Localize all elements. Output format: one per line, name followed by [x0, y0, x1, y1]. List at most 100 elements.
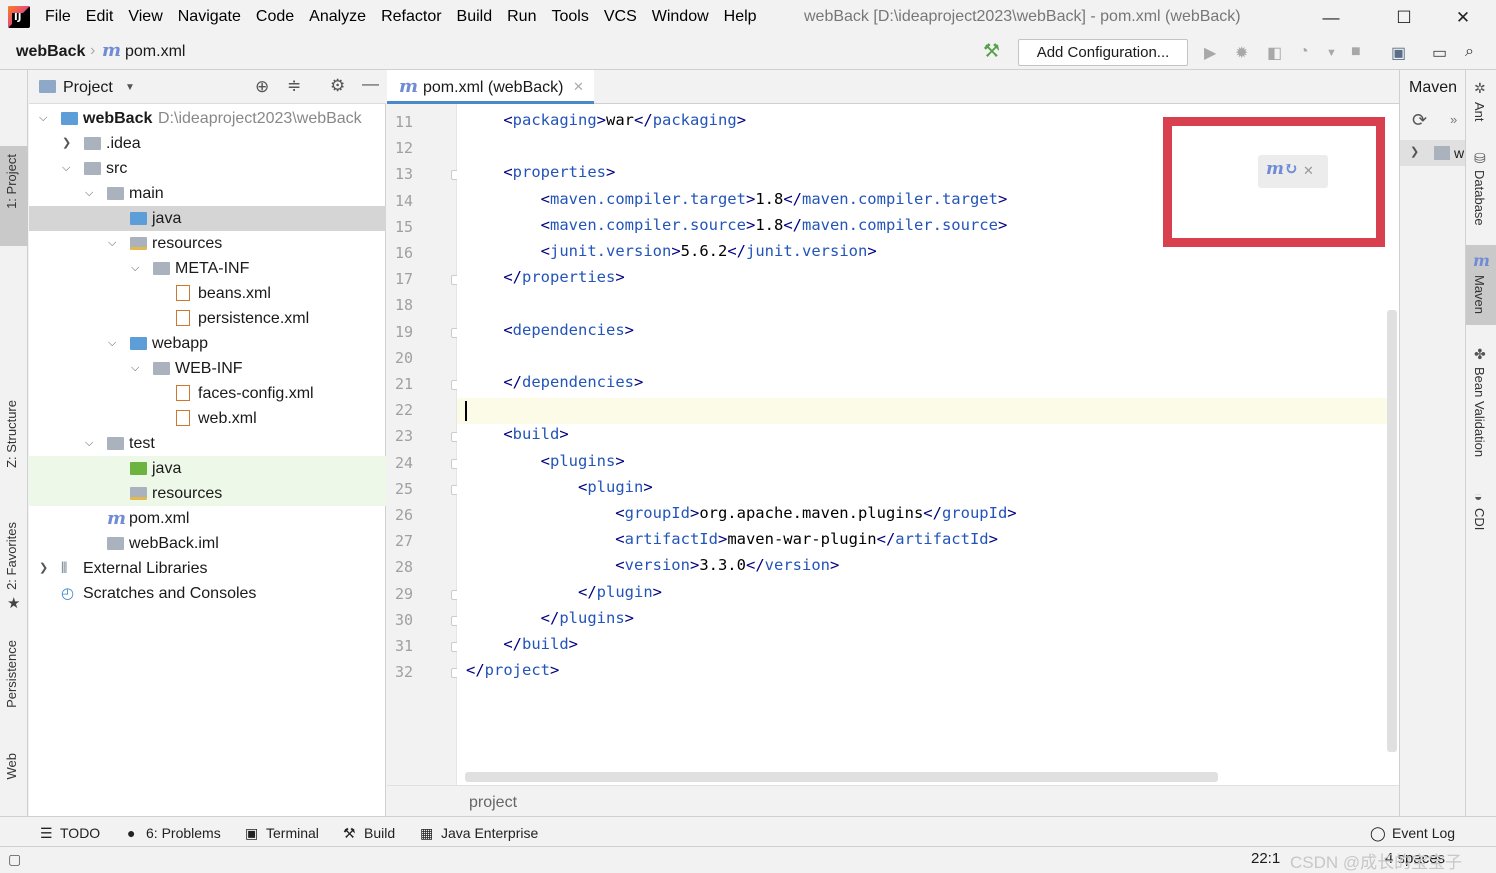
- menu-tools[interactable]: Tools: [551, 8, 588, 26]
- code-token: groupId: [941, 504, 1008, 522]
- search-icon[interactable]: ⌕: [1465, 43, 1474, 61]
- tool-tab-persistence[interactable]: Persistence: [4, 640, 19, 708]
- stop-icon[interactable]: ■: [1351, 43, 1361, 61]
- code-token: </: [466, 661, 485, 680]
- tree-item[interactable]: ❯ ⫴ External Libraries: [29, 556, 386, 581]
- menu-navigate[interactable]: Navigate: [178, 8, 241, 26]
- tool-event-log[interactable]: Event Log: [1392, 825, 1455, 841]
- run-icon[interactable]: ▶: [1204, 43, 1216, 63]
- tool-tab-structure[interactable]: Z: Structure: [4, 400, 19, 468]
- tree-item[interactable]: web.xml: [29, 406, 386, 431]
- menu-analyze[interactable]: Analyze: [309, 8, 366, 26]
- breadcrumb-file[interactable]: pom.xml: [125, 43, 185, 61]
- editor-breadcrumb[interactable]: project: [469, 794, 517, 812]
- hide-panel-icon[interactable]: —: [362, 74, 379, 94]
- debug-icon[interactable]: ✹: [1235, 43, 1248, 63]
- gear-icon[interactable]: ⚙: [330, 76, 345, 96]
- tree-item[interactable]: java: [29, 456, 386, 481]
- right-tool-stripe: ✲ Ant ⛁ Database m Maven ✤ Bean Validati…: [1465, 70, 1496, 816]
- tool-tab-favorites[interactable]: 2: Favorites: [4, 522, 19, 590]
- vertical-scrollbar[interactable]: [1387, 310, 1397, 752]
- menu-view[interactable]: View: [128, 8, 162, 26]
- profile-icon[interactable]: ◔: [1299, 43, 1309, 61]
- tool-build[interactable]: Build: [364, 825, 395, 841]
- tool-tab-bean-validation[interactable]: Bean Validation: [1472, 367, 1487, 457]
- horizontal-scrollbar[interactable]: [465, 772, 1218, 782]
- tree-item[interactable]: resources: [29, 481, 386, 506]
- caret-position[interactable]: 22:1: [1251, 850, 1280, 867]
- tree-item[interactable]: webBack.iml: [29, 531, 386, 556]
- tree-item[interactable]: ⌵ src: [29, 156, 386, 181]
- tool-tab-cdi[interactable]: CDI: [1472, 508, 1487, 530]
- view-dropdown-chevron-down-icon[interactable]: ▼: [125, 82, 135, 93]
- tree-item[interactable]: java: [29, 206, 386, 231]
- tree-item[interactable]: beans.xml: [29, 281, 386, 306]
- tree-item[interactable]: ⌵ main: [29, 181, 386, 206]
- project-panel-title[interactable]: Project: [63, 79, 113, 97]
- tool-tab-ant[interactable]: Ant: [1472, 102, 1487, 122]
- menu-run[interactable]: Run: [507, 8, 536, 26]
- reload-icon[interactable]: ⟳: [1412, 110, 1427, 131]
- menu-build[interactable]: Build: [457, 8, 493, 26]
- load-maven-changes-badge[interactable]: m↻ ✕: [1258, 155, 1328, 188]
- menu-edit[interactable]: Edit: [86, 8, 114, 26]
- more-run-chevron-down-icon[interactable]: ▼: [1326, 47, 1337, 59]
- tool-tab-maven[interactable]: m Maven: [1466, 245, 1496, 325]
- chevron-down-icon[interactable]: ⌵: [108, 231, 116, 256]
- tool-tab-project[interactable]: 1: Project: [0, 146, 28, 246]
- chevron-down-icon[interactable]: ⌵: [39, 106, 47, 131]
- chevron-down-icon[interactable]: ⌵: [131, 256, 139, 281]
- toggle-tool-windows-icon[interactable]: ▢: [8, 851, 21, 868]
- more-actions-icon[interactable]: »: [1450, 112, 1457, 127]
- close-window-button[interactable]: ✕: [1448, 8, 1478, 28]
- tool-todo[interactable]: TODO: [60, 825, 100, 841]
- chevron-right-icon[interactable]: ❯: [39, 556, 48, 581]
- tree-item[interactable]: ⌵ test: [29, 431, 386, 456]
- maven-reload-icon[interactable]: m↻: [1266, 159, 1298, 179]
- menu-vcs[interactable]: VCS: [604, 8, 637, 26]
- tree-item[interactable]: faces-config.xml: [29, 381, 386, 406]
- chevron-down-icon[interactable]: ⌵: [108, 331, 116, 356]
- tool-tab-database[interactable]: Database: [1472, 170, 1487, 226]
- tree-item[interactable]: ⌵ WEB-INF: [29, 356, 386, 381]
- tool-problems[interactable]: 6: Problems: [146, 825, 221, 841]
- chevron-down-icon[interactable]: ⌵: [131, 356, 139, 381]
- chevron-down-icon[interactable]: ⌵: [85, 181, 93, 206]
- collapse-all-icon[interactable]: ≑: [287, 76, 301, 96]
- code-token: maven.compiler.source: [801, 215, 998, 234]
- breadcrumb-project[interactable]: webBack: [16, 43, 85, 61]
- tree-item[interactable]: ⌵ webapp: [29, 331, 386, 356]
- tool-tab-web[interactable]: Web: [4, 753, 19, 780]
- build-hammer-icon[interactable]: ⚒: [983, 40, 1000, 63]
- tree-item[interactable]: ⌵ resources: [29, 231, 386, 256]
- tree-item[interactable]: ⌵ webBack D:\ideaproject2023\webBack: [29, 106, 386, 131]
- close-badge-icon[interactable]: ✕: [1303, 163, 1314, 179]
- minimize-button[interactable]: —: [1316, 8, 1346, 28]
- menu-window[interactable]: Window: [652, 8, 709, 26]
- add-configuration-button[interactable]: Add Configuration...: [1018, 39, 1188, 66]
- tool-terminal[interactable]: Terminal: [266, 825, 319, 841]
- maximize-button[interactable]: ☐: [1389, 8, 1419, 28]
- tree-item[interactable]: ⌵ META-INF: [29, 256, 386, 281]
- close-tab-icon[interactable]: ✕: [573, 79, 584, 95]
- tree-item[interactable]: ◴ Scratches and Consoles: [29, 581, 386, 606]
- tree-item[interactable]: ❯ .idea: [29, 131, 386, 156]
- code-token: >: [606, 163, 616, 182]
- menu-file[interactable]: File: [45, 8, 71, 26]
- locate-target-icon[interactable]: ⊕: [255, 77, 269, 97]
- chevron-down-icon[interactable]: ⌵: [85, 431, 93, 456]
- coverage-icon[interactable]: ◧: [1267, 43, 1282, 63]
- code-token: >: [652, 582, 662, 601]
- project-structure-icon[interactable]: ▣: [1391, 43, 1406, 63]
- menu-help[interactable]: Help: [724, 8, 757, 26]
- tab-pom-xml[interactable]: m pom.xml (webBack) ✕: [387, 70, 594, 104]
- tree-item[interactable]: m pom.xml: [29, 506, 386, 531]
- menu-code[interactable]: Code: [256, 8, 294, 26]
- presentation-icon[interactable]: ▭: [1432, 43, 1447, 63]
- expand-chevron-icon[interactable]: ❯: [1410, 145, 1419, 158]
- chevron-down-icon[interactable]: ⌵: [62, 156, 70, 181]
- tool-java-enterprise[interactable]: Java Enterprise: [441, 825, 538, 841]
- tree-item[interactable]: persistence.xml: [29, 306, 386, 331]
- menu-refactor[interactable]: Refactor: [381, 8, 441, 26]
- chevron-right-icon[interactable]: ❯: [62, 131, 71, 156]
